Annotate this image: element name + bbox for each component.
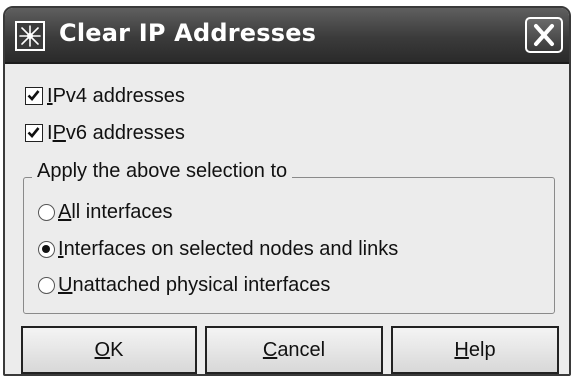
- radio-button[interactable]: [38, 203, 55, 221]
- title-bar[interactable]: Clear IP Addresses: [5, 8, 569, 64]
- ipv6-checkbox-row[interactable]: IPv6 addresses: [25, 120, 185, 146]
- ipv4-checkbox[interactable]: [25, 87, 43, 105]
- ipv6-label: IPv6 addresses: [47, 121, 185, 144]
- close-button[interactable]: [525, 17, 563, 53]
- ipv4-checkbox-row[interactable]: IPv4 addresses: [25, 83, 185, 109]
- help-button-label: Help: [454, 338, 496, 361]
- ipv4-label: IPv4 addresses: [47, 84, 185, 107]
- checkmark-icon: [27, 90, 40, 101]
- cancel-button-label: Cancel: [262, 338, 326, 361]
- radio-label: Unattached physical interfaces: [58, 273, 331, 296]
- cancel-button[interactable]: Cancel: [205, 326, 383, 374]
- ok-button[interactable]: OK: [21, 326, 197, 374]
- radio-label: All interfaces: [58, 200, 173, 223]
- radio-selected-nodes-links[interactable]: Interfaces on selected nodes and links: [38, 236, 398, 262]
- clear-ip-addresses-dialog: Clear IP Addresses IPv4 addresses IPv6 a…: [3, 6, 571, 376]
- radio-button[interactable]: [38, 276, 55, 294]
- radio-all-interfaces[interactable]: All interfaces: [38, 199, 173, 225]
- network-star-icon: [15, 21, 45, 51]
- ok-button-label: OK: [94, 338, 124, 361]
- help-button[interactable]: Help: [391, 326, 559, 374]
- window-title: Clear IP Addresses: [59, 19, 317, 47]
- checkmark-icon: [27, 127, 40, 138]
- close-x-icon: [534, 24, 554, 46]
- radio-unattached-interfaces[interactable]: Unattached physical interfaces: [38, 272, 330, 298]
- groupbox-legend: Apply the above selection to: [32, 160, 293, 183]
- radio-label: Interfaces on selected nodes and links: [58, 237, 399, 260]
- radio-button-selected[interactable]: [38, 240, 55, 258]
- ipv6-checkbox[interactable]: [25, 124, 43, 142]
- radio-dot: [42, 244, 50, 253]
